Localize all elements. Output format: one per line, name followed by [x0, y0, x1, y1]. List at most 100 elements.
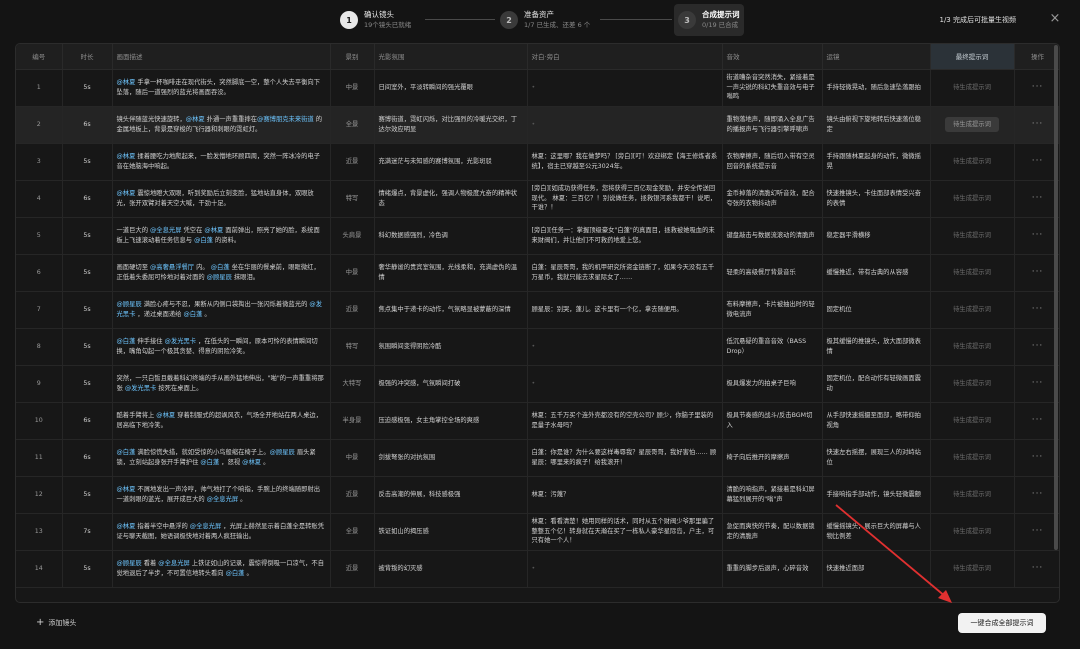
cell-description: @白蓬 满脸惊慌失措，就如受惊的小鸟般缩在椅子上。@顾星辰 眉头紧锁，立刻站起身… [112, 439, 331, 477]
step-number: 2 [500, 11, 518, 29]
table-scrollbar[interactable] [1054, 45, 1058, 550]
asset-mention[interactable]: @顾星辰 [207, 274, 232, 281]
asset-mention[interactable]: @全息光屏 [190, 523, 221, 530]
cell-lighting: 奢华静谧的贵宾室氛围，光线柔和，充满虚伪的温情 [374, 254, 528, 292]
empty-dot: • [531, 564, 536, 572]
asset-mention[interactable]: @顾星辰 [270, 449, 295, 456]
cell-lighting: 赛博街道，霓虹闪烁，对比强烈的冷暖光交织，丁达尔效应明显 [374, 106, 528, 144]
cell-dialogue: 林夏：污蔑？ [527, 476, 723, 514]
cell-lighting: 剑拔弩张的对抗氛围 [374, 439, 528, 477]
table-row[interactable]: 10 6s 酷着手臂将上 @林夏 穿着制服式的超飒风衣，气场全开地站在两人桌边，居高… [16, 402, 1059, 440]
table-row[interactable]: 6 5s 画面硬切至 @高奢悬浮餐厅 内。 @白蓬 坐在华丽的餐桌前，眼眶微红，正低… [16, 254, 1059, 292]
cell-duration: 5s [62, 365, 113, 403]
cell-description: 突然，一只白皙且戴着科幻终端的手从画外猛地伸出，"啪"的一声重重将那张 @发光黑… [112, 365, 331, 403]
cell-camera: 快速推近面部 [822, 550, 931, 588]
add-shot-button[interactable]: + 添加镜头 [36, 617, 76, 628]
asset-mention[interactable]: @林夏 [242, 459, 261, 466]
table-row[interactable]: 13 7s @林夏 指着半空中悬浮的 @全息光屏 ，光屏上赫然显示着白蓬全是转账凭证… [16, 513, 1059, 551]
asset-mention[interactable]: @赛博朋克未来街道 [257, 116, 314, 123]
table-row[interactable]: 1 5s @林夏 手拿一杯咖啡走在现代街头，突然脚底一空，整个人失去平衡向下坠落，随… [16, 69, 1059, 107]
asset-mention[interactable]: @发光黑卡 [165, 338, 196, 345]
cell-lighting: 科幻数据感强烈，冷色调 [374, 217, 528, 255]
asset-mention[interactable]: @白蓬 [117, 449, 136, 456]
asset-mention[interactable]: @高奢悬浮餐厅 [150, 264, 194, 271]
table-row[interactable]: 3 5s @林夏 揉着腰吃力地爬起来，一脸发懵地环顾四周，突然一阵冰冷的电子音在她脑… [16, 143, 1059, 181]
table-row[interactable]: 4 6s @林夏 震惊地瞪大双眼，听到奖励后立刻变脸，猛地站直身体，双眼放光，张开双… [16, 180, 1059, 218]
asset-mention[interactable]: @白蓬 [183, 311, 202, 318]
description-text: 的资料。 [212, 236, 241, 244]
description-text: 指着半空中悬浮的 [135, 523, 190, 530]
final-prompt-status: 待生成提示词 [953, 490, 991, 498]
table-row[interactable]: 2 6s 镜头伴随蓝光快速旋转，@林夏 扑通一声重重摔在@赛博朋克未来街道 的金属地… [16, 106, 1059, 144]
cell-duration: 5s [62, 143, 113, 181]
step-synthesize-prompts[interactable]: 3 合成提示词 0/19 已合成 [678, 8, 740, 32]
step-connector [600, 19, 672, 20]
asset-mention[interactable]: @林夏 [156, 412, 175, 419]
asset-mention[interactable]: @白蓬 [211, 264, 230, 271]
final-prompt-status: 待生成提示词 [953, 157, 991, 165]
asset-mention[interactable]: @林夏 [117, 153, 136, 160]
table-row[interactable]: 5 5s 一道巨大的 @全息光屏 凭空在 @林夏 面前弹出，照亮了她的脸，系统面板上… [16, 217, 1059, 255]
description-text: 。 [238, 495, 247, 503]
asset-mention[interactable]: @林夏 [204, 227, 223, 234]
cell-final-prompt: 待生成提示词 [930, 143, 1015, 181]
asset-mention[interactable]: @林夏 [186, 116, 205, 123]
cell-shot-size: 半身景 [330, 402, 375, 440]
cell-shot-size: 全景 [330, 513, 375, 551]
description-text: 按死在桌面上。 [156, 384, 203, 392]
step-number: 1 [340, 11, 358, 29]
asset-mention[interactable]: @全息光屏 [207, 496, 238, 503]
step-confirm-shots[interactable]: 1 确认镜头 19个镜头已就绪 [340, 8, 411, 32]
table-header-row: 编号 时长 画面描述 景别 光影氛围 对白·旁白 音效 运镜 最终提示词 操作 [16, 44, 1059, 70]
table-row[interactable]: 14 5s @顾星辰 看着 @全息光屏 上铁证如山的记录，震惊得倒吸一口凉气，不自觉… [16, 550, 1059, 588]
asset-mention[interactable]: @林夏 [117, 486, 136, 493]
asset-mention[interactable]: @顾星辰 [117, 560, 142, 567]
asset-mention[interactable]: @顾星辰 [117, 301, 142, 308]
table-row[interactable]: 8 5s @白蓬 伸手接住 @发光黑卡 ，在低头的一瞬间，原本可怜的表情瞬间切换，嘴… [16, 328, 1059, 366]
empty-dot: • [531, 83, 536, 91]
final-prompt-status[interactable]: 待生成提示词 [945, 116, 999, 133]
cell-lighting: 极强的冲突感，气氛瞬间打破 [374, 365, 528, 403]
cell-sound: 键盘敲击与数据流滚动的清脆声 [722, 217, 823, 255]
cell-index: 10 [16, 402, 63, 440]
asset-mention[interactable]: @全息光屏 [158, 560, 189, 567]
table-row[interactable]: 9 5s 突然，一只白皙且戴着科幻终端的手从画外猛地伸出，"啪"的一声重重将那张 @… [16, 365, 1059, 403]
generate-all-prompts-button[interactable]: 一键合成全部提示词 [958, 613, 1046, 633]
more-options-icon[interactable]: ··· [1014, 550, 1059, 588]
final-prompt-status: 待生成提示词 [953, 527, 991, 535]
cell-description: @林夏 震惊地瞪大双眼，听到奖励后立刻变脸，猛地站直身体，双眼放光，张开双臂对着… [112, 180, 331, 218]
asset-mention[interactable]: @白蓬 [117, 338, 136, 345]
step-subtitle: 1/7 已生成、还差 6 个 [524, 21, 591, 29]
cell-duration: 5s [62, 291, 113, 329]
description-text: 满脸心疼与不忍，果断从内侧口袋掏出一张闪烁着微蓝光的 [141, 301, 310, 308]
asset-mention[interactable]: @林夏 [117, 190, 136, 197]
cell-index: 4 [16, 180, 63, 218]
description-text: 。 [244, 569, 253, 577]
cell-duration: 5s [62, 254, 113, 292]
final-prompt-status: 待生成提示词 [953, 416, 991, 424]
asset-mention[interactable]: @林夏 [117, 523, 136, 530]
cell-final-prompt: 待生成提示词 [930, 328, 1015, 366]
table-row[interactable]: 12 5s @林夏 不屑地发出一声冷哼，帅气地打了个响指，手腕上的终端随即射出一道刺… [16, 476, 1059, 514]
asset-mention[interactable]: @全息光屏 [150, 227, 181, 234]
close-icon[interactable]: × [1047, 11, 1063, 27]
asset-mention[interactable]: @白蓬 [200, 459, 219, 466]
asset-mention[interactable]: @白蓬 [226, 570, 245, 577]
step-prepare-assets[interactable]: 2 准备资产 1/7 已生成、还差 6 个 [500, 8, 590, 32]
asset-mention[interactable]: @白蓬 [194, 237, 213, 244]
table-row[interactable]: 7 5s @顾星辰 满脸心疼与不忍，果断从内侧口袋掏出一张闪烁着微蓝光的 @发光黑卡… [16, 291, 1059, 329]
cell-final-prompt: 待生成提示词 [930, 180, 1015, 218]
description-text: 扑通一声重重摔在 [204, 116, 258, 123]
cell-sound: 清脆的响指声，紧接着是科幻屏幕猛烈展开的"嗡"声 [722, 476, 823, 514]
cell-duration: 6s [62, 402, 113, 440]
table-row[interactable]: 11 6s @白蓬 满脸惊慌失措，就如受惊的小鸟般缩在椅子上。@顾星辰 眉头紧锁，立… [16, 439, 1059, 477]
cell-final-prompt: 待生成提示词 [930, 439, 1015, 477]
asset-mention[interactable]: @发光黑卡 [125, 385, 156, 392]
asset-mention[interactable]: @林夏 [117, 79, 136, 86]
cell-sound: 街道嘈杂音突然消失，紧接着是一声尖锐的科幻失重音效与电子嗡鸣 [722, 69, 823, 107]
cell-sound: 极具节奏感的战斗/反击BGM切入 [722, 402, 823, 440]
cell-lighting: 压迫感极强，女主角掌控全场的爽感 [374, 402, 528, 440]
description-text: 伸手接住 [135, 338, 165, 345]
cell-index: 14 [16, 550, 63, 588]
cell-sound: 椅子向后推开的摩擦声 [722, 439, 823, 477]
